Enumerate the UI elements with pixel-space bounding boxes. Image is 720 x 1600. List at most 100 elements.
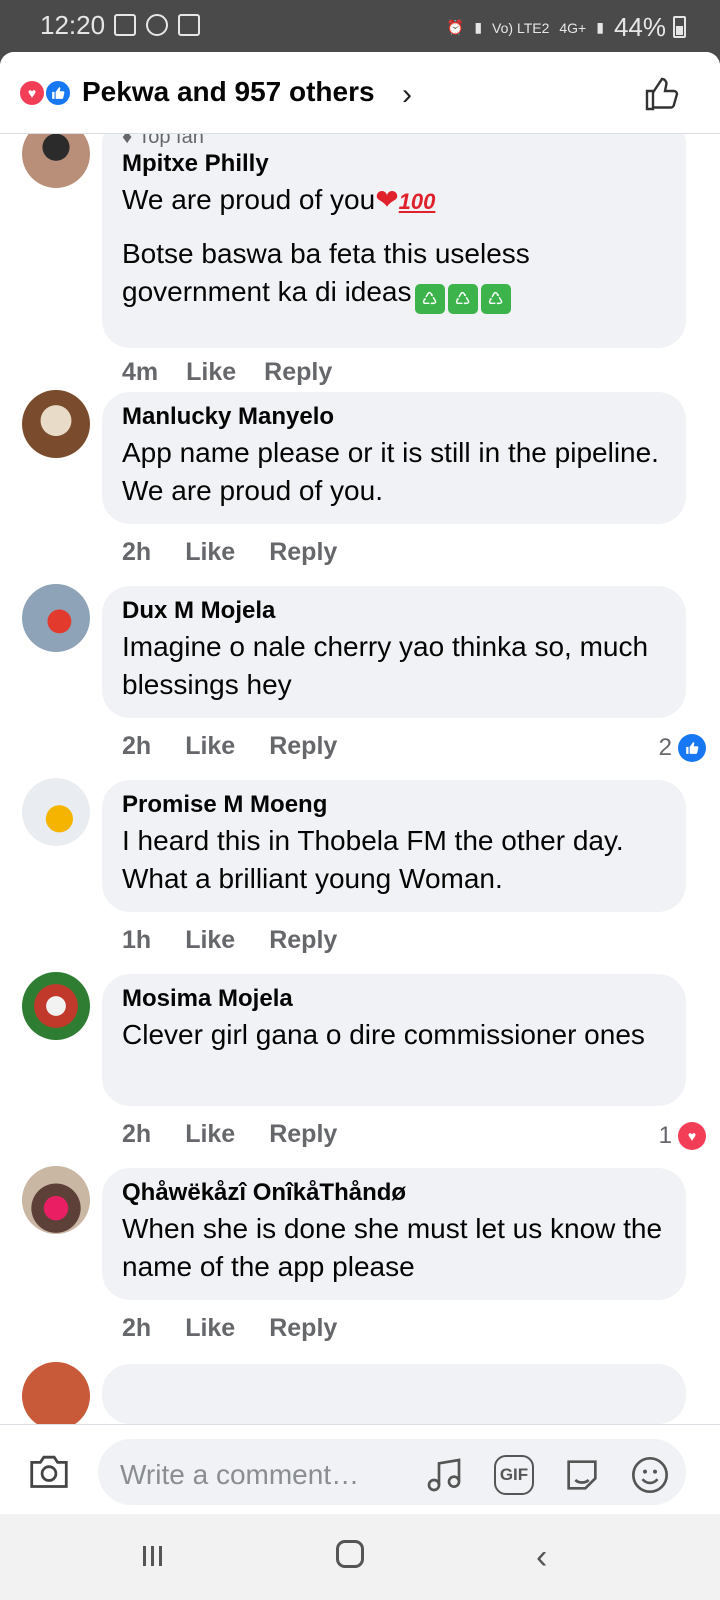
comment-composer: Write a comment… GIF bbox=[0, 1424, 720, 1514]
back-icon[interactable]: ‹ bbox=[536, 1538, 547, 1577]
like-button[interactable]: Like bbox=[186, 358, 236, 387]
system-navigation-bar: ‹ bbox=[0, 1514, 720, 1600]
love-icon: ♥ bbox=[678, 1122, 706, 1150]
music-icon[interactable] bbox=[424, 1455, 464, 1495]
comment-time: 1h bbox=[122, 926, 152, 954]
app-notification-icon bbox=[146, 14, 168, 36]
reply-button[interactable]: Reply bbox=[269, 926, 337, 955]
sticker-icon[interactable] bbox=[562, 1455, 602, 1495]
avatar[interactable] bbox=[22, 972, 90, 1040]
like-icon bbox=[678, 734, 706, 762]
avatar[interactable] bbox=[22, 1362, 90, 1430]
reply-button[interactable]: Reply bbox=[269, 732, 337, 761]
chevron-right-icon[interactable]: › bbox=[402, 78, 412, 112]
reply-button[interactable]: Reply bbox=[264, 358, 332, 387]
status-time: 12:20 bbox=[40, 10, 106, 40]
gif-label: GIF bbox=[499, 1465, 529, 1484]
comment-time: 4m bbox=[122, 358, 159, 386]
comment-time: 2h bbox=[122, 732, 152, 760]
notification-icons bbox=[114, 14, 200, 36]
signal-icon: ▮ bbox=[474, 19, 483, 35]
comment-text: Botse baswa ba feta this useless governm… bbox=[122, 235, 666, 314]
system-icons: ⏰ ▮ Vo) LTE2 4G+ ▮ 44% bbox=[447, 12, 666, 43]
comment-author[interactable]: Manlucky Manyelo bbox=[122, 402, 666, 432]
diamond-icon: ♦ bbox=[122, 134, 133, 148]
like-button[interactable]: Like bbox=[185, 1314, 235, 1343]
avatar[interactable] bbox=[22, 390, 90, 458]
gallery-notification-icon bbox=[114, 14, 136, 36]
comment-author[interactable]: Qhåwëkåzî OnîkåThåndø bbox=[122, 1178, 666, 1208]
comment-author[interactable]: Mpitxe Philly bbox=[122, 149, 666, 179]
recycle-emoji-icon: ♺ bbox=[447, 284, 478, 314]
reaction-count[interactable]: 1 ♥ bbox=[659, 1122, 706, 1150]
recycle-emoji-icon: ♺ bbox=[414, 284, 445, 314]
comment-meta: 2h Like Reply bbox=[122, 1120, 337, 1149]
home-icon[interactable] bbox=[336, 1540, 364, 1568]
comment-list[interactable]: ♦ Top fan Mpitxe Philly We are proud of … bbox=[0, 134, 720, 1439]
reactions-summary[interactable]: Pekwa and 957 others bbox=[82, 76, 375, 108]
comment-text: App name please or it is still in the pi… bbox=[122, 437, 659, 506]
reply-button[interactable]: Reply bbox=[269, 1120, 337, 1149]
like-button[interactable]: Like bbox=[185, 732, 235, 761]
comment-bubble[interactable]: Qhåwëkåzî OnîkåThåndø When she is done s… bbox=[102, 1168, 686, 1300]
comment-author[interactable]: Promise M Moeng bbox=[122, 790, 666, 820]
comment-meta: 1h Like Reply bbox=[122, 926, 337, 955]
comment-text: Clever girl gana o dire commissioner one… bbox=[122, 1019, 645, 1050]
love-icon: ♥ bbox=[18, 79, 46, 107]
top-fan-label: Top fan bbox=[138, 134, 204, 148]
comment-time: 2h bbox=[122, 1314, 152, 1342]
check-notification-icon bbox=[178, 14, 200, 36]
alarm-icon: ⏰ bbox=[446, 19, 465, 35]
like-button[interactable]: Like bbox=[185, 538, 235, 567]
comment-meta: 2h Like Reply bbox=[122, 538, 337, 567]
comment-bubble[interactable]: Mosima Mojela Clever girl gana o dire co… bbox=[102, 974, 686, 1106]
signal-icon-2: ▮ bbox=[596, 19, 604, 35]
avatar[interactable] bbox=[22, 584, 90, 652]
thumbs-up-icon[interactable] bbox=[644, 76, 680, 112]
comment-author[interactable]: Mosima Mojela bbox=[122, 984, 666, 1014]
comment-meta: 2h Like Reply bbox=[122, 1314, 337, 1343]
network-type-label: 4G+ bbox=[559, 19, 587, 36]
reaction-count[interactable]: 2 bbox=[659, 734, 706, 762]
comment-meta: 2h Like Reply bbox=[122, 732, 337, 761]
avatar[interactable] bbox=[22, 1166, 90, 1234]
comment-text: Imagine o nale cherry yao thinka so, muc… bbox=[122, 631, 649, 700]
comment-text: I heard this in Thobela FM the other day… bbox=[122, 825, 624, 894]
battery-icon bbox=[673, 16, 686, 38]
like-button[interactable]: Like bbox=[185, 926, 235, 955]
avatar[interactable] bbox=[22, 134, 90, 188]
network-label: Vo) LTE2 bbox=[492, 19, 550, 36]
reaction-count-value: 1 bbox=[658, 1122, 672, 1149]
reply-button[interactable]: Reply bbox=[269, 538, 337, 567]
recycle-emoji-icon: ♺ bbox=[480, 284, 511, 314]
comment-text: We are proud of you❤100 bbox=[122, 181, 666, 221]
battery-percent: 44% bbox=[613, 12, 666, 42]
camera-icon[interactable] bbox=[28, 1452, 70, 1490]
avatar[interactable] bbox=[22, 778, 90, 846]
recent-apps-icon[interactable] bbox=[140, 1542, 166, 1570]
comment-bubble[interactable]: Dux M Mojela Imagine o nale cherry yao t… bbox=[102, 586, 686, 718]
top-fan-badge: ♦ Top fan bbox=[122, 134, 666, 149]
comment-bubble[interactable]: Manlucky Manyelo App name please or it i… bbox=[102, 392, 686, 524]
comment-text: When she is done she must let us know th… bbox=[122, 1213, 663, 1282]
comment-meta: 4m Like Reply bbox=[122, 358, 332, 387]
comment-time: 2h bbox=[122, 538, 152, 566]
emoji-icon[interactable] bbox=[630, 1455, 670, 1495]
hundred-emoji-icon: 100 bbox=[398, 189, 436, 214]
reply-button[interactable]: Reply bbox=[269, 1314, 337, 1343]
status-bar: 12:20 ⏰ ▮ Vo) LTE2 4G+ ▮ 44% bbox=[0, 0, 720, 52]
heart-emoji-icon: ❤ bbox=[375, 184, 399, 215]
comment-bubble[interactable] bbox=[102, 1364, 686, 1424]
comment-text-line: We are proud of you bbox=[122, 184, 376, 215]
reactions-header[interactable]: ♥ Pekwa and 957 others › bbox=[0, 52, 720, 134]
comments-sheet: ♥ Pekwa and 957 others › ♦ Top fan Mpitx… bbox=[0, 52, 720, 1600]
like-icon bbox=[44, 79, 72, 107]
comment-author[interactable]: Dux M Mojela bbox=[122, 596, 666, 626]
comment-bubble[interactable]: ♦ Top fan Mpitxe Philly We are proud of … bbox=[102, 134, 686, 348]
gif-icon[interactable]: GIF bbox=[494, 1455, 534, 1495]
reaction-count-value: 2 bbox=[658, 734, 672, 761]
like-button[interactable]: Like bbox=[185, 1120, 235, 1149]
comment-bubble[interactable]: Promise M Moeng I heard this in Thobela … bbox=[102, 780, 686, 912]
comment-time: 2h bbox=[122, 1120, 152, 1148]
comment-input-placeholder[interactable]: Write a comment… bbox=[120, 1459, 359, 1491]
